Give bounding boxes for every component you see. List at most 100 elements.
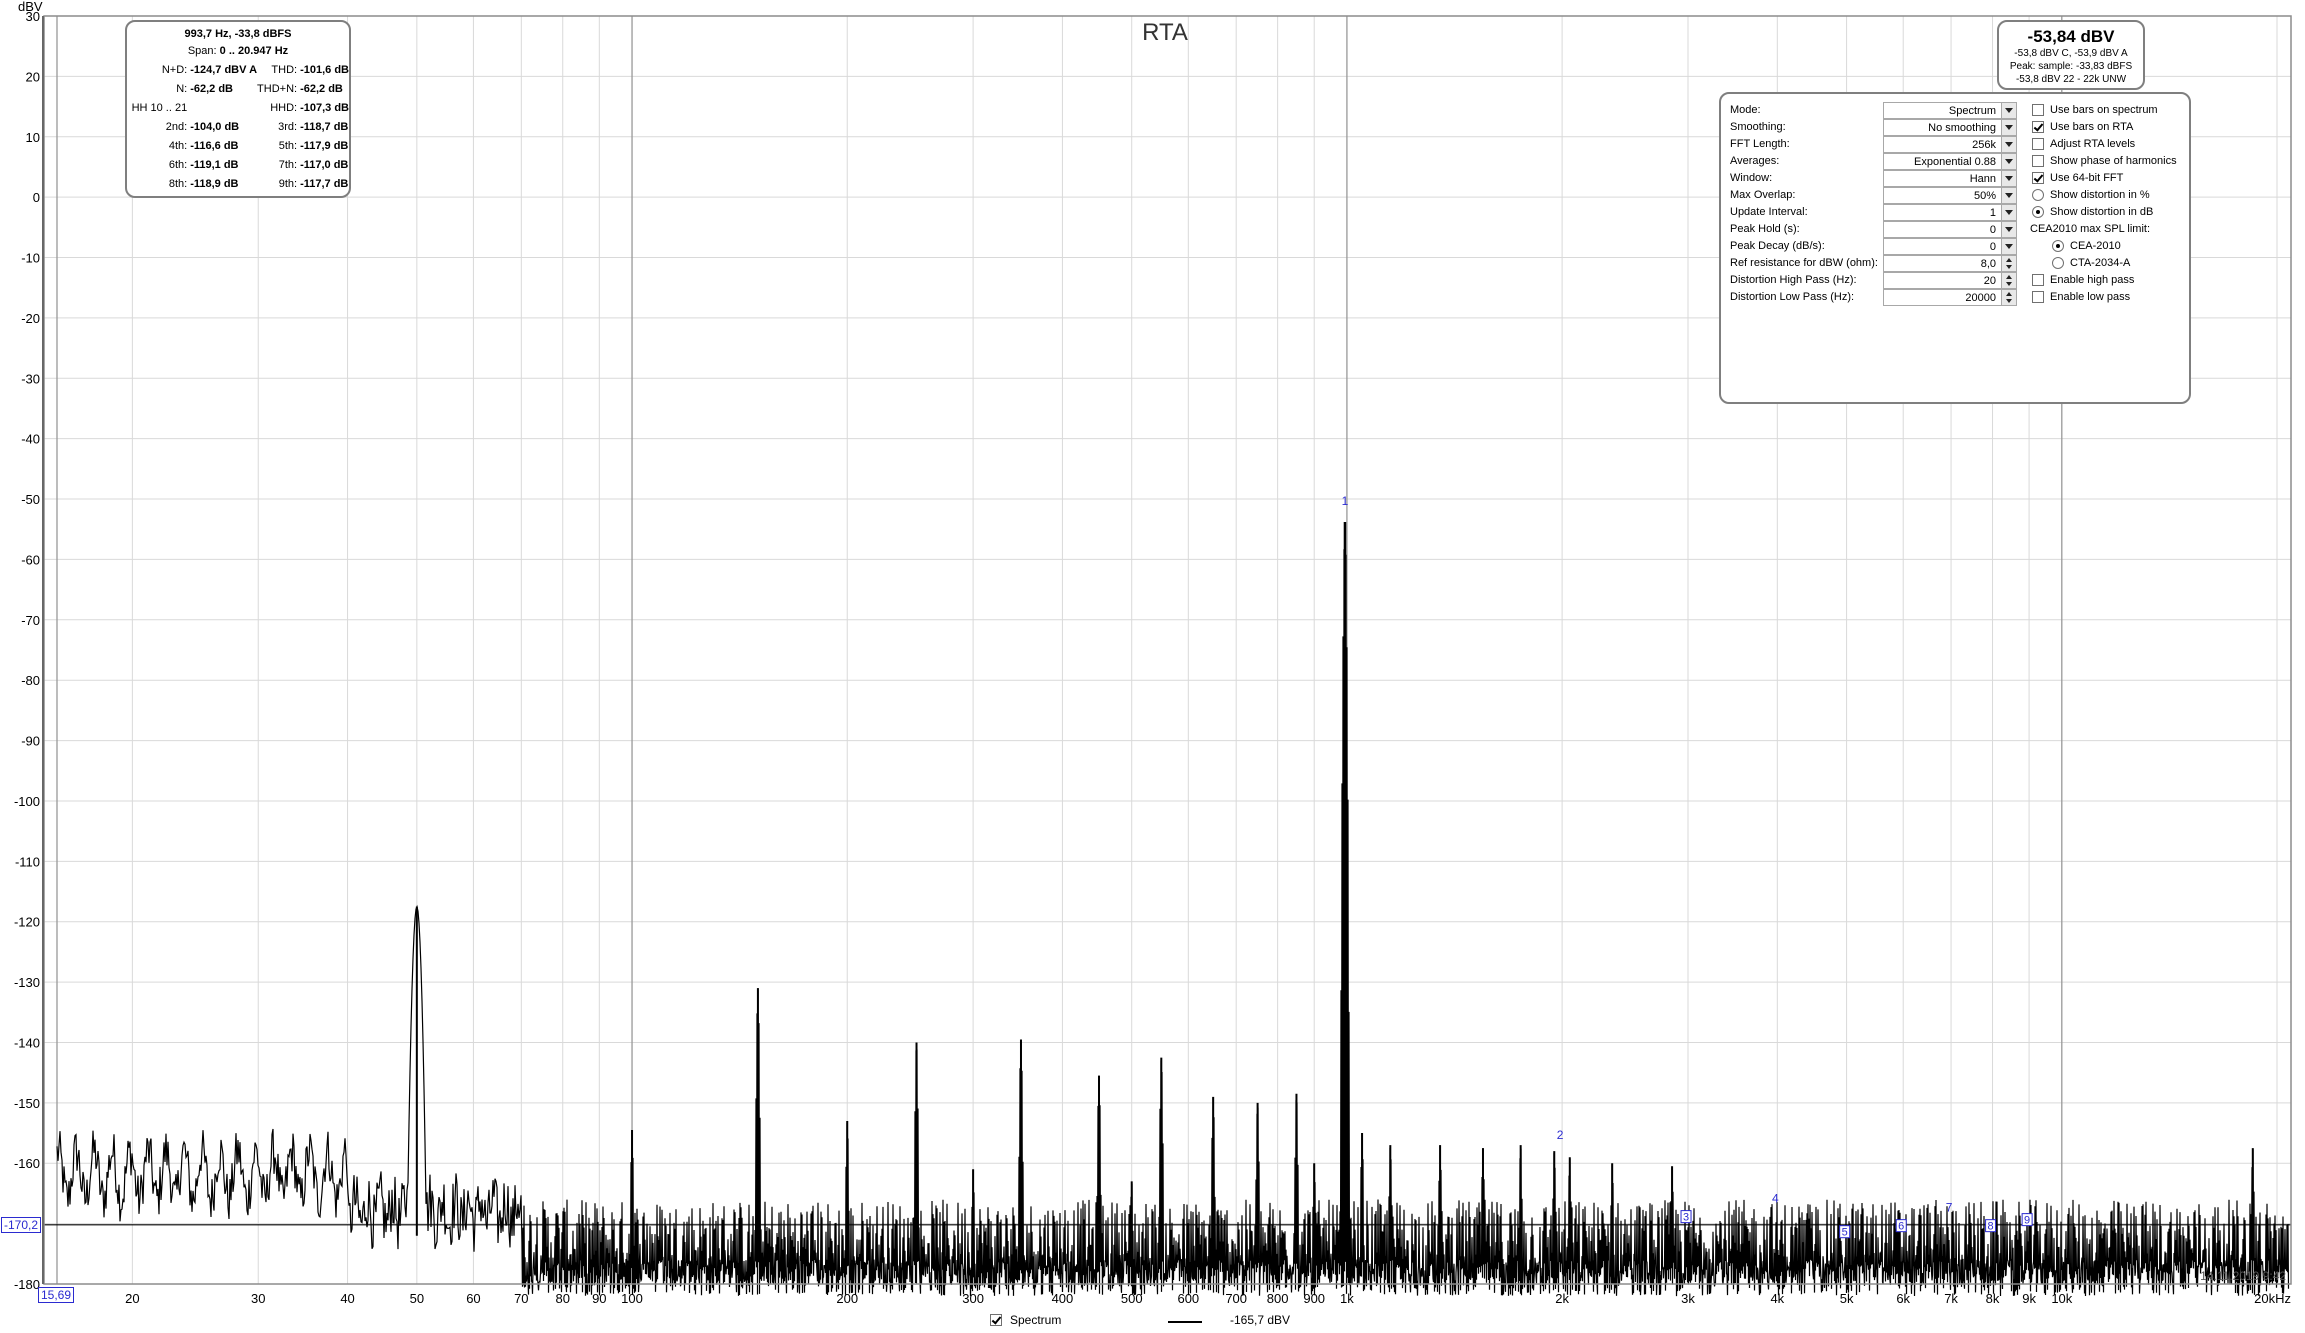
y-tick-label: -140	[14, 1035, 40, 1050]
control-dropdown[interactable]: 0	[1883, 238, 2017, 255]
spin-down-icon[interactable]	[2006, 282, 2012, 286]
control-dropdown[interactable]: Exponential 0.88	[1883, 153, 2017, 170]
checkbox-icon[interactable]	[2032, 138, 2044, 150]
control-label: Distortion High Pass (Hz):	[1730, 274, 1857, 286]
checkbox-icon[interactable]	[2032, 172, 2044, 184]
legend-series-value: -165,7 dBV	[1230, 1313, 1291, 1327]
option-label: Show distortion in %	[2050, 189, 2150, 201]
y-tick-label: -110	[15, 854, 40, 869]
summary-label: THD:	[271, 63, 298, 76]
harmonic-marker-label: 1	[1342, 494, 1349, 508]
y-tick-label: 20	[26, 69, 40, 84]
control-value: 8,0	[1980, 258, 1996, 270]
checkbox-icon[interactable]	[2032, 155, 2044, 167]
chevron-down-icon[interactable]	[2001, 205, 2016, 220]
summary-value: -107,3 dB	[300, 101, 349, 114]
checkbox-icon[interactable]	[2032, 121, 2044, 133]
chevron-down-icon[interactable]	[2001, 239, 2016, 254]
control-dropdown[interactable]: 50%	[1883, 187, 2017, 204]
control-spinbox[interactable]: 8,0	[1883, 255, 2017, 272]
spin-up-icon[interactable]	[2006, 258, 2012, 262]
rta-controls-panel: Mode: Spectrum Smoothing: No smoothing FFT L…	[1719, 92, 2191, 404]
x-tick-label: 20	[125, 1291, 139, 1306]
timestamp: 14.11.2019 9:42	[2200, 1269, 2286, 1283]
cea-limit-label: CEA2010 max SPL limit:	[2030, 223, 2151, 235]
chevron-down-icon[interactable]	[2001, 188, 2016, 203]
cursor-level-label[interactable]: -170,2	[1, 1217, 42, 1233]
x-axis: 20 30 40 50 60 70 80 90 100 200 300 400 500 600 700 800…	[125, 1291, 2291, 1306]
summary-label: N:	[176, 82, 188, 95]
y-tick-label: -180	[14, 1277, 40, 1292]
summary-value: -62,2 dB	[300, 82, 343, 95]
y-tick-label: -60	[21, 552, 40, 567]
spectrum-legend-checkbox[interactable]	[990, 1314, 1002, 1326]
checkbox-icon[interactable]	[2032, 274, 2044, 286]
x-tick-label: 80	[556, 1291, 570, 1306]
control-value: Hann	[1969, 173, 1996, 185]
harmonic-marker-label: 7	[1946, 1201, 1953, 1215]
legend-series-name: Spectrum	[1010, 1313, 1062, 1327]
spin-down-icon[interactable]	[2006, 265, 2012, 269]
chart-title: RTA	[1142, 19, 1188, 46]
control-dropdown[interactable]: 0	[1883, 221, 2017, 238]
control-dropdown[interactable]: Hann	[1883, 170, 2017, 187]
summary-value: -124,7 dBV A	[190, 63, 258, 76]
option-label: CEA-2010	[2070, 240, 2121, 252]
option-label: Enable high pass	[2050, 274, 2135, 286]
summary-label: N+D:	[161, 63, 188, 76]
x-tick-label: 3k	[1681, 1291, 1695, 1306]
y-tick-label: 10	[26, 130, 40, 145]
x-tick-label: 70	[514, 1291, 528, 1306]
checkbox-icon[interactable]	[2032, 291, 2044, 303]
option-label: CTA-2034-A	[2070, 257, 2131, 269]
y-tick-label: -50	[21, 492, 40, 507]
radio-icon[interactable]	[2032, 189, 2044, 201]
spin-down-icon[interactable]	[2006, 299, 2012, 303]
spin-arrows-icon[interactable]	[2001, 273, 2016, 288]
chevron-down-icon[interactable]	[2001, 120, 2016, 135]
control-value: 20000	[1965, 292, 1996, 304]
summary-value: -62,2 dB	[190, 82, 233, 95]
summary-label: 5th:	[278, 139, 298, 152]
spin-up-icon[interactable]	[2006, 292, 2012, 296]
summary-row: 4th: -116,6 dB 5th: -117,9 dB	[127, 136, 349, 155]
control-label: Peak Hold (s):	[1730, 223, 1800, 235]
spin-arrows-icon[interactable]	[2001, 256, 2016, 271]
chevron-down-icon[interactable]	[2001, 171, 2016, 186]
control-dropdown[interactable]: Spectrum	[1883, 102, 2017, 119]
radio-icon[interactable]	[2052, 240, 2064, 252]
x-start-label[interactable]: 15,69	[38, 1287, 75, 1303]
chevron-down-icon[interactable]	[2001, 137, 2016, 152]
x-tick-label: 7k	[1944, 1291, 1958, 1306]
y-tick-label: -160	[14, 1156, 40, 1171]
summary-label: HHD:	[270, 101, 298, 114]
control-label: Ref resistance for dBW (ohm):	[1730, 257, 1878, 269]
spin-up-icon[interactable]	[2006, 275, 2012, 279]
control-dropdown[interactable]: 1	[1883, 204, 2017, 221]
checkbox-icon[interactable]	[2032, 104, 2044, 116]
x-tick-label: 1k	[1340, 1291, 1354, 1306]
control-dropdown[interactable]: No smoothing	[1883, 119, 2017, 136]
control-label: Window:	[1730, 172, 1773, 184]
control-value: No smoothing	[1928, 122, 1996, 134]
summary-value: -101,6 dB	[300, 63, 349, 76]
x-tick-label: 8k	[1986, 1291, 2000, 1306]
control-value: 256k	[1972, 139, 1996, 151]
harmonic-marker-label: 4	[1772, 1191, 1779, 1205]
summary-row: 2nd: -104,0 dB 3rd: -118,7 dB	[127, 117, 349, 136]
chevron-down-icon[interactable]	[2001, 222, 2016, 237]
chevron-down-icon[interactable]	[2001, 103, 2016, 118]
summary-label: 6th:	[168, 158, 188, 171]
radio-icon[interactable]	[2032, 206, 2044, 218]
chevron-down-icon[interactable]	[2001, 154, 2016, 169]
radio-icon[interactable]	[2052, 257, 2064, 269]
summary-table: N+D: -124,7 dBV A THD: -101,6 dB N: -62,2 dB T…	[127, 60, 349, 193]
control-spinbox[interactable]: 20	[1883, 272, 2017, 289]
harmonic-marker-label: 6	[1898, 1221, 1904, 1233]
control-spinbox[interactable]: 20000	[1883, 289, 2017, 306]
harmonic-marker-label: 5	[1842, 1227, 1848, 1239]
level-main: -53,84 dBV	[2027, 27, 2115, 46]
spin-arrows-icon[interactable]	[2001, 290, 2016, 305]
control-dropdown[interactable]: 256k	[1883, 136, 2017, 153]
summary-label: 7th:	[278, 158, 298, 171]
